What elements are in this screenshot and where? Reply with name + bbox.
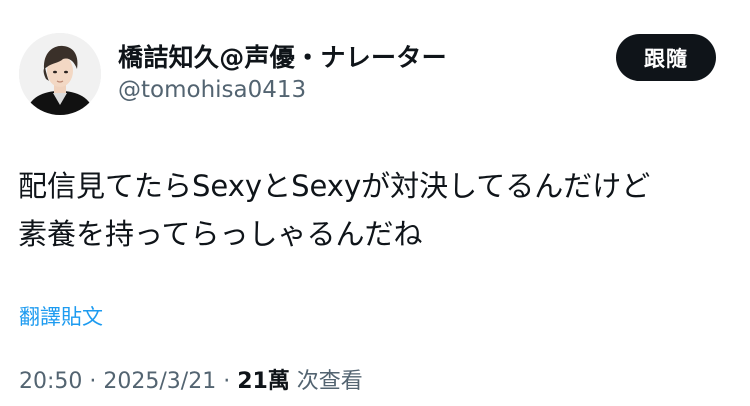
author-handle[interactable]: @tomohisa0413 [118,77,306,103]
views-count[interactable]: 21萬 [237,369,290,394]
meta-separator: · [216,369,238,394]
tweet-meta: 20:50 · 2025/3/21 · 21萬 次查看 [19,363,363,395]
avatar[interactable] [19,33,101,115]
avatar-image [19,33,101,115]
tweet-time[interactable]: 20:50 [19,369,82,394]
meta-separator: · [82,369,104,394]
translate-post-link[interactable]: 翻譯貼文 [19,301,103,331]
tweet-text: 配信見てたらSexyとSexyが対決してるんだけど 素養を持ってらっしゃるんだね [18,162,728,258]
tweet-card: 橋詰知久@声優・ナレーター @tomohisa0413 跟隨 配信見てたらSex… [0,0,750,406]
follow-button[interactable]: 跟隨 [616,34,716,81]
tweet-text-line: 素養を持ってらっしゃるんだね [18,217,423,251]
tweet-text-line: 配信見てたらSexyとSexyが対決してるんだけど [18,169,651,203]
author-display-name[interactable]: 橋詰知久@声優・ナレーター [118,38,447,74]
tweet-date[interactable]: 2025/3/21 [103,369,216,394]
views-label: 次查看 [289,369,363,394]
